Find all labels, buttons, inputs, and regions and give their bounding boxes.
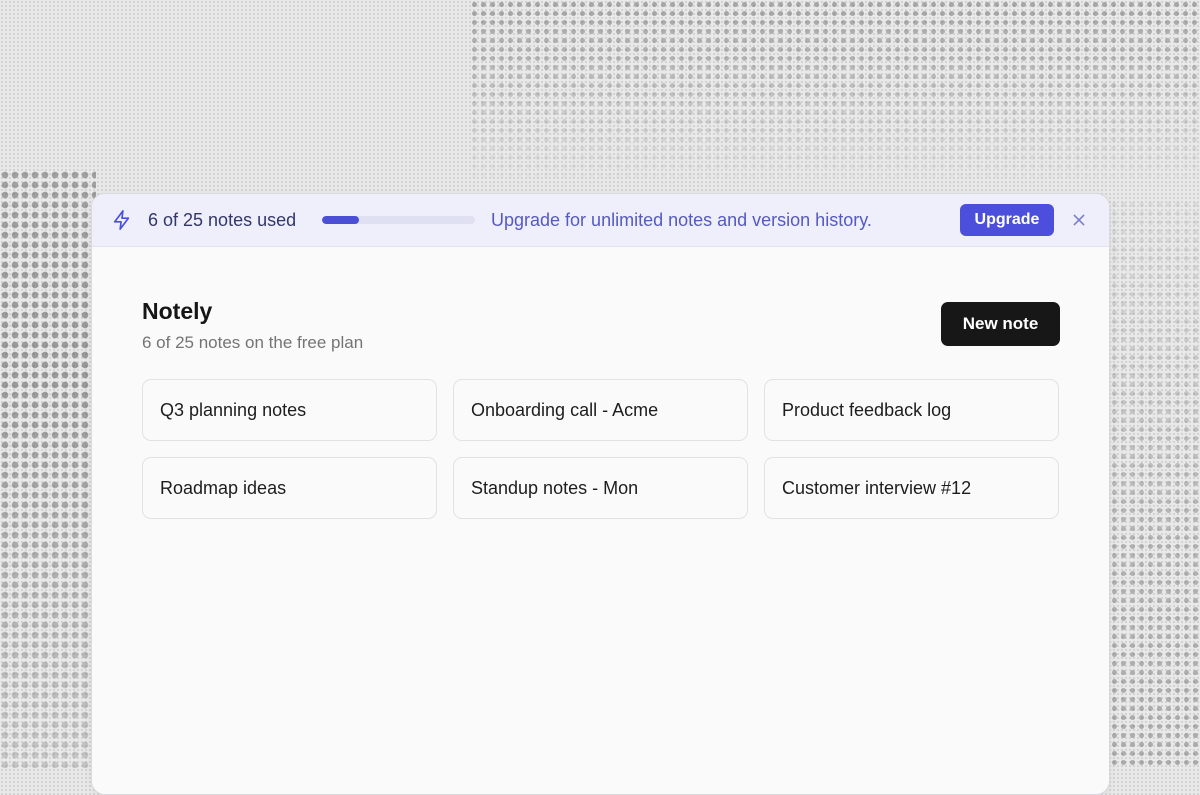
upgrade-button[interactable]: Upgrade <box>960 204 1054 236</box>
note-card[interactable]: Roadmap ideas <box>142 457 437 519</box>
note-card[interactable]: Onboarding call - Acme <box>453 379 748 441</box>
plan-subtitle: 6 of 25 notes on the free plan <box>142 333 364 352</box>
halftone-decoration-right <box>1110 200 1200 768</box>
app-window: 6 of 25 notes used Upgrade for unlimited… <box>91 193 1110 795</box>
new-note-button[interactable]: New note <box>941 302 1060 346</box>
close-icon[interactable] <box>1068 209 1090 231</box>
bolt-icon <box>111 209 133 231</box>
upgrade-message: Upgrade for unlimited notes and version … <box>491 210 872 230</box>
halftone-decoration-top <box>470 0 1200 190</box>
notes-grid: Q3 planning notes Onboarding call - Acme… <box>142 379 1060 519</box>
usage-progress-bar <box>322 216 475 224</box>
note-card[interactable]: Standup notes - Mon <box>453 457 748 519</box>
usage-banner: 6 of 25 notes used Upgrade for unlimited… <box>92 194 1109 247</box>
note-card[interactable]: Q3 planning notes <box>142 379 437 441</box>
page-title: Notely <box>142 298 213 324</box>
note-card[interactable]: Product feedback log <box>764 379 1059 441</box>
note-card[interactable]: Customer interview #12 <box>764 457 1059 519</box>
halftone-decoration-left <box>0 170 96 768</box>
usage-count-text: 6 of 25 notes used <box>148 210 297 230</box>
usage-progress-fill <box>322 216 359 224</box>
